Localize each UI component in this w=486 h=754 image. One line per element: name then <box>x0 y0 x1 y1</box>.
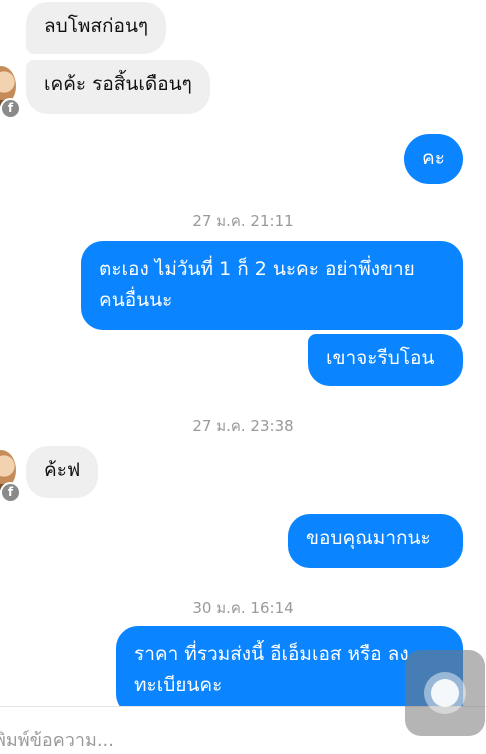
message-outgoing[interactable]: ตะเอง ไม่วันที่ 1 ก็ 2 นะคะ อย่าพึ่งขาย … <box>81 241 463 330</box>
facebook-badge-icon: f <box>0 482 21 503</box>
message-incoming[interactable]: ค้ะฟ <box>26 446 99 498</box>
message-text: ลบโพสก่อนๆ <box>44 15 149 37</box>
message-text-line: คนอื่นนะ <box>99 289 173 311</box>
message-outgoing[interactable]: ขอบคุณมากนะ <box>288 514 463 568</box>
message-text: เขาจะรีบโอน <box>326 347 435 369</box>
message-outgoing[interactable]: เขาจะรีบโอน <box>308 334 463 386</box>
assistive-touch-dot <box>431 679 459 707</box>
facebook-badge-icon: f <box>0 98 21 119</box>
message-text-line: ตะเอง ไม่วันที่ 1 ก็ 2 นะคะ อย่าพึ่งขาย <box>99 258 415 280</box>
message-text-line: ราคา ที่รวมส่งนี้ อีเอ็มเอส หรือ ลง <box>134 643 409 665</box>
message-incoming[interactable]: ลบโพสก่อนๆ <box>26 2 167 54</box>
message-timestamp: 30 ม.ค. 16:14 <box>192 599 294 617</box>
message-text-line: ทะเบียนคะ <box>134 674 223 696</box>
message-outgoing[interactable]: คะ <box>404 134 463 184</box>
message-incoming[interactable]: เคค้ะ รอสิ้นเดือนๆ <box>26 60 210 114</box>
message-text: เคค้ะ รอสิ้นเดือนๆ <box>44 73 192 95</box>
message-timestamp: 27 ม.ค. 23:38 <box>192 417 294 435</box>
message-text: ค้ะฟ <box>44 459 81 481</box>
assistive-touch-icon[interactable] <box>405 650 485 736</box>
message-timestamp: 27 ม.ค. 21:11 <box>192 212 294 230</box>
message-text: คะ <box>422 147 445 169</box>
message-text: ขอบคุณมากนะ <box>306 527 431 549</box>
message-input[interactable]: พิมพ์ข้อความ... <box>0 725 114 754</box>
